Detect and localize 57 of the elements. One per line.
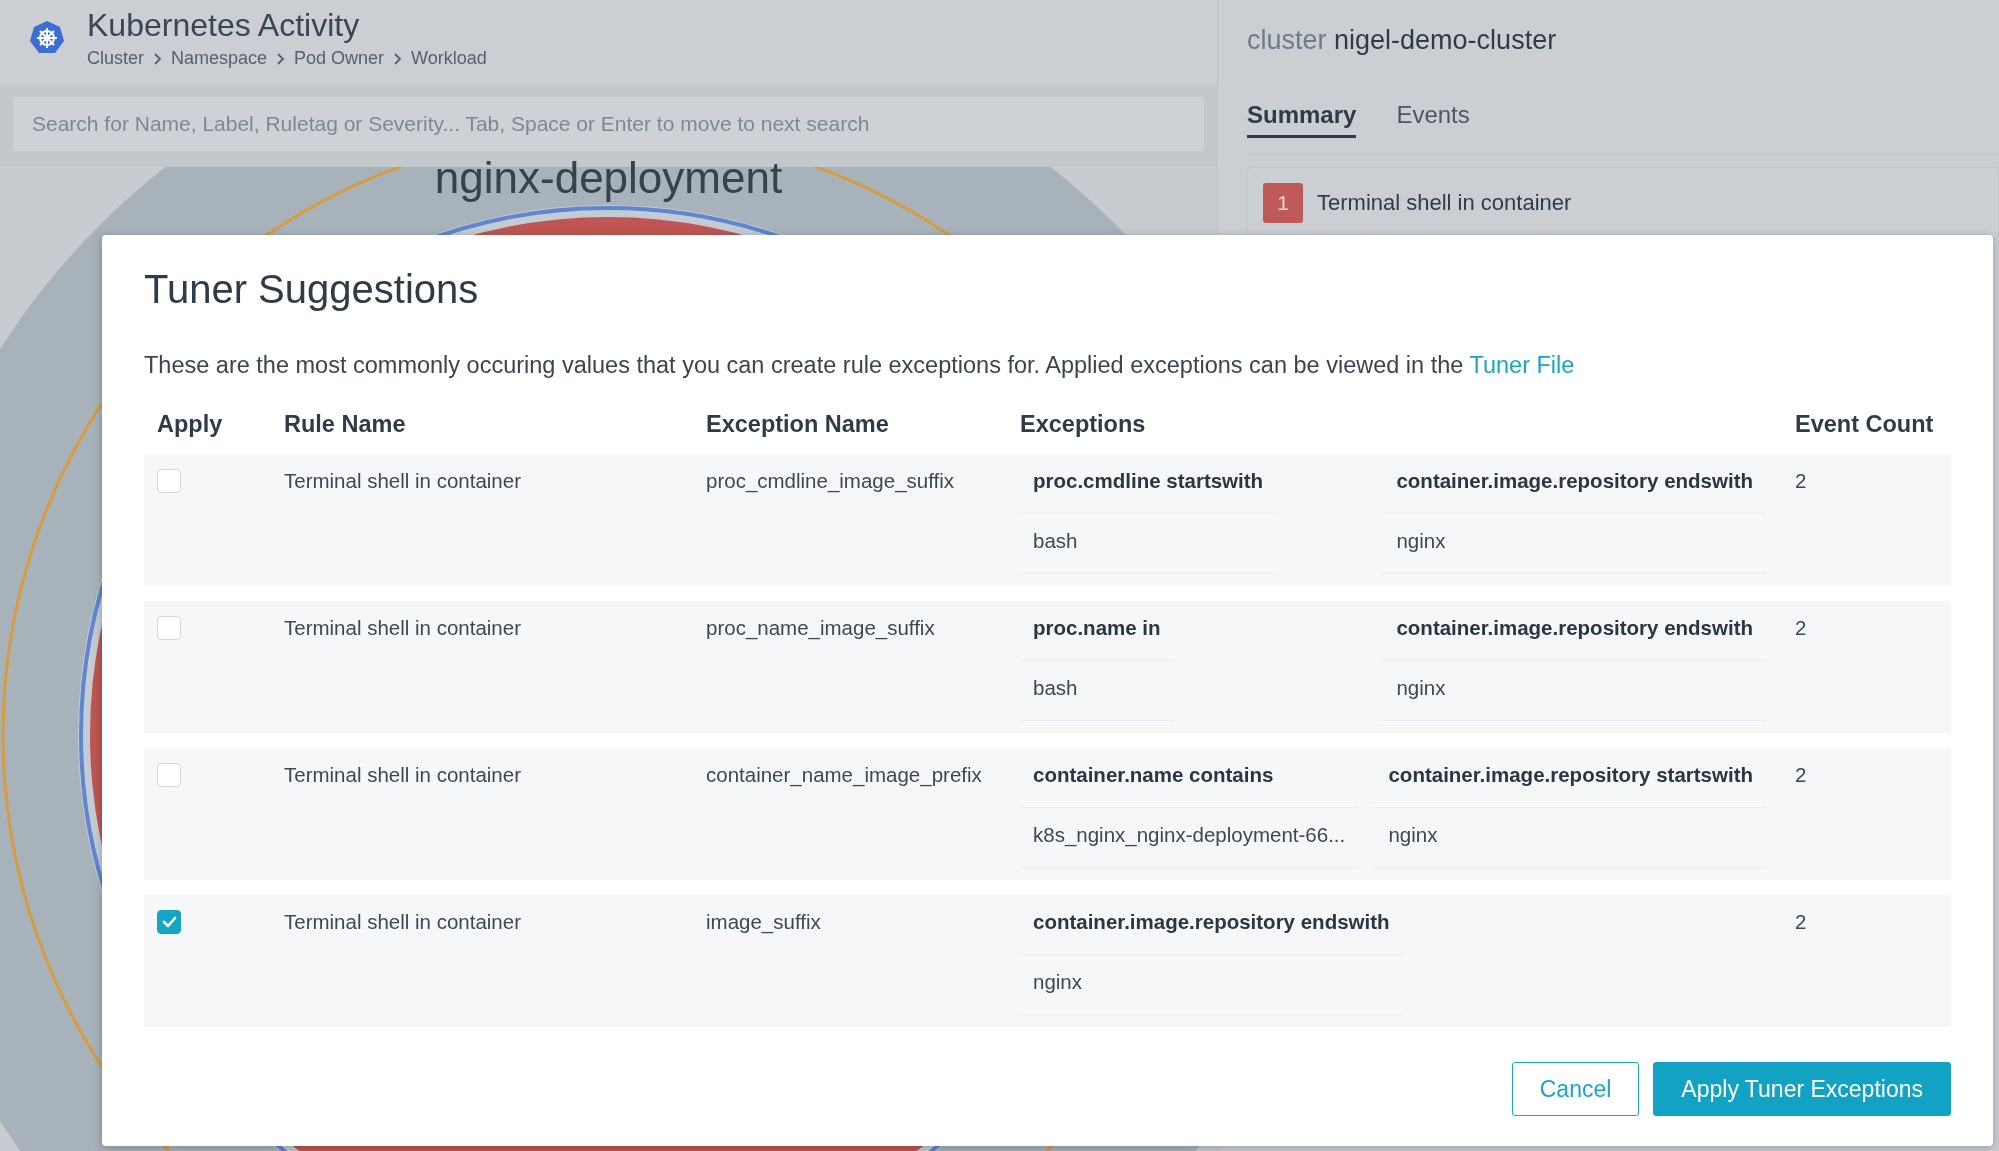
chevron-icon: [153, 52, 162, 65]
cancel-button[interactable]: Cancel: [1511, 1062, 1640, 1116]
column-header: Rule Name: [284, 410, 407, 438]
exception-field: container.image.repository endswith: [1383, 601, 1766, 661]
count-badge: 1: [1263, 183, 1303, 223]
apply-button[interactable]: Apply Tuner Exceptions: [1653, 1062, 1951, 1116]
table-cell-text: container_name_image_prefix: [706, 762, 983, 789]
tab[interactable]: Events: [1396, 101, 1470, 138]
chevron-icon: [276, 52, 286, 65]
chart-label: nginx-deployment: [434, 153, 783, 202]
table-cell-text: 2: [1794, 615, 1808, 641]
column-header: Exceptions: [1020, 410, 1147, 438]
table-cell-text: 2: [1794, 468, 1808, 494]
app-title: Kubernetes Activity: [87, 8, 361, 42]
table-cell-text: Terminal shell in container: [284, 615, 522, 641]
description-text: These are the most commonly occuring values that you can create rule exceptions for. Applied exceptions can be viewed in the Tuner File: [144, 351, 1576, 380]
checkbox[interactable]: [157, 910, 181, 934]
chevron-icon: [393, 52, 403, 65]
checkbox[interactable]: [157, 763, 181, 787]
exception-value: bash: [1020, 514, 1277, 574]
column-header: Event Count: [1794, 410, 1935, 438]
modal-title: Tuner Suggestions: [144, 266, 480, 313]
cluster-title: cluster nigel-demo-cluster: [1247, 25, 1558, 56]
table-cell-text: proc_cmdline_image_suffix: [706, 468, 956, 495]
exception-field: container.image.repository endswith: [1383, 454, 1766, 514]
table-cell-text: Terminal shell in container: [284, 909, 522, 935]
breadcrumb-link[interactable]: Namespace: [171, 48, 268, 69]
table-cell-text: Terminal shell in container: [284, 468, 522, 494]
checkbox[interactable]: [157, 469, 181, 493]
exception-value: nginx: [1375, 808, 1766, 868]
exception-value: nginx: [1383, 661, 1766, 721]
breadcrumb-link[interactable]: Cluster: [87, 48, 144, 69]
search-field[interactable]: Search for Name, Label, Ruletag or Severity... Tab, Space or Enter to move to next search: [13, 97, 1204, 151]
checkbox[interactable]: [157, 616, 181, 640]
table-cell-text: image_suffix: [706, 909, 822, 936]
tab[interactable]: Summary: [1247, 101, 1357, 138]
breadcrumb-link[interactable]: Workload: [411, 48, 487, 69]
exception-field: container.name contains: [1020, 748, 1359, 808]
tuner-file-link[interactable]: Tuner File: [1469, 352, 1575, 378]
exception-field: proc.name in: [1020, 601, 1174, 661]
exception-field: proc.cmdline startswith: [1020, 454, 1277, 514]
exception-value: nginx: [1383, 514, 1766, 574]
wheel-icon: [29, 20, 65, 56]
table-cell-text: 2: [1794, 909, 1808, 935]
check-icon: [160, 914, 178, 930]
breadcrumb-link[interactable]: Pod Owner: [294, 48, 385, 69]
exception-value: bash: [1020, 661, 1174, 721]
exception-value: k8s_nginx_nginx-deployment-66...: [1020, 808, 1359, 868]
exception-field: container.image.repository startswith: [1375, 748, 1766, 808]
exception-field: container.image.repository endswith: [1020, 895, 1403, 955]
table-cell-text: proc_name_image_suffix: [706, 615, 936, 642]
column-header: Apply: [156, 410, 224, 438]
column-header: Exception Name: [706, 410, 890, 438]
table-cell-text: Terminal shell in container: [284, 762, 522, 788]
exception-value: nginx: [1020, 955, 1403, 1015]
alert-name: Terminal shell in container: [1317, 190, 1572, 216]
table-cell-text: 2: [1794, 762, 1808, 788]
